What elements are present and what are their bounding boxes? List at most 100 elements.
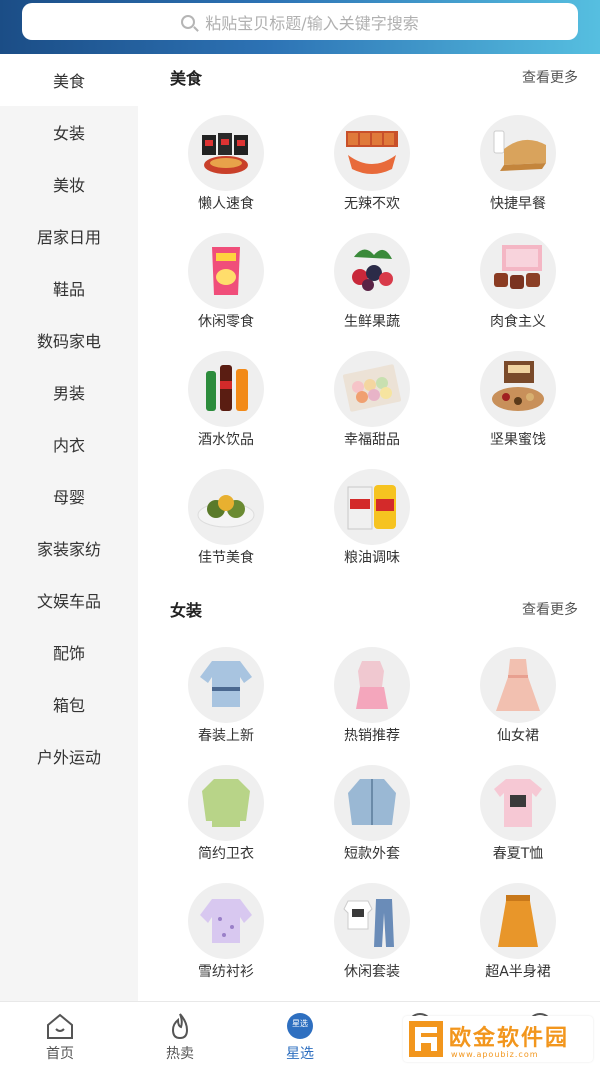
sidebar-item-entertainment[interactable]: 文娱车品 xyxy=(0,574,138,626)
star-select-badge: 星选 xyxy=(292,1019,308,1028)
meat-jerky-icon xyxy=(480,233,556,309)
site-watermark: 欧金软件园 www.apoubiz.com xyxy=(403,1016,593,1062)
tile-label: 春夏T恤 xyxy=(492,846,544,862)
category-tile[interactable]: 幸福甜品 xyxy=(299,343,445,461)
casual-set-icon xyxy=(334,883,410,959)
home-icon xyxy=(45,1012,75,1040)
nuts-icon xyxy=(480,351,556,427)
sidebar-item-baby[interactable]: 母婴 xyxy=(0,470,138,522)
sidebar-item-food[interactable]: 美食 xyxy=(0,54,138,106)
category-tile[interactable]: 坚果蜜饯 xyxy=(445,343,591,461)
search-placeholder: 粘贴宝贝标题/输入关键字搜索 xyxy=(205,13,419,33)
view-more-link[interactable]: 查看更多 xyxy=(522,599,578,619)
sidebar-item-shoes[interactable]: 鞋品 xyxy=(0,262,138,314)
star-select-icon: 星选 xyxy=(285,1012,315,1040)
category-tile[interactable]: 懒人速食 xyxy=(153,107,299,225)
sidebar-item-bags[interactable]: 箱包 xyxy=(0,678,138,730)
tile-label: 仙女裙 xyxy=(497,728,539,744)
category-tile[interactable]: 粮油调味 xyxy=(299,461,445,579)
category-tile[interactable]: 简约卫衣 xyxy=(153,757,299,875)
tile-label: 超A半身裙 xyxy=(485,964,551,980)
tab-label: 热卖 xyxy=(166,1046,194,1062)
category-tile[interactable]: 休闲套装 xyxy=(299,875,445,993)
category-tile[interactable]: 仙女裙 xyxy=(445,639,591,757)
tile-label: 幸福甜品 xyxy=(344,432,400,448)
section-womens-wear: 女装 查看更多 春装上新 热销推荐 仙女裙 简约卫衣 短款外套 春夏T恤 雪纺衬… xyxy=(138,589,600,1001)
spicy-snack-icon xyxy=(334,115,410,191)
sidebar-item-household[interactable]: 居家日用 xyxy=(0,210,138,262)
tile-label: 快捷早餐 xyxy=(490,196,546,212)
watermark-text: 欧金软件园 xyxy=(449,1026,570,1051)
outfit-icon xyxy=(334,647,410,723)
tile-label: 坚果蜜饯 xyxy=(490,432,546,448)
category-tile[interactable]: 短款外套 xyxy=(299,757,445,875)
tab-star-select[interactable]: 星选 星选 xyxy=(240,1002,360,1067)
watermark-url: www.apoubiz.com xyxy=(451,1050,539,1059)
tile-label: 短款外套 xyxy=(344,846,400,862)
tab-hot-sale[interactable]: 热卖 xyxy=(120,1002,240,1067)
tile-label: 春装上新 xyxy=(198,728,254,744)
tile-label: 佳节美食 xyxy=(198,550,254,566)
sidebar-item-mens-wear[interactable]: 男装 xyxy=(0,366,138,418)
header-bar: 粘贴宝贝标题/输入关键字搜索 xyxy=(0,0,600,54)
tile-label: 简约卫衣 xyxy=(198,846,254,862)
berries-icon xyxy=(334,233,410,309)
category-tile[interactable]: 酒水饮品 xyxy=(153,343,299,461)
category-tile[interactable]: 春夏T恤 xyxy=(445,757,591,875)
instant-noodles-icon xyxy=(188,115,264,191)
denim-jacket-icon xyxy=(334,765,410,841)
category-tile[interactable]: 佳节美食 xyxy=(153,461,299,579)
tile-label: 酒水饮品 xyxy=(198,432,254,448)
section-title: 女装 xyxy=(170,601,203,620)
section-header: 女装 查看更多 xyxy=(170,589,578,629)
search-icon xyxy=(181,14,196,29)
search-bar[interactable]: 粘贴宝贝标题/输入关键字搜索 xyxy=(22,3,578,40)
dress-icon xyxy=(480,647,556,723)
soda-bottles-icon xyxy=(188,351,264,427)
tshirt-icon xyxy=(480,765,556,841)
category-tile[interactable]: 超A半身裙 xyxy=(445,875,591,993)
category-sidebar: 美食 女装 美妆 居家日用 鞋品 数码家电 男装 内衣 母婴 家装家纺 文娱车品… xyxy=(0,54,138,1001)
category-tile[interactable]: 雪纺衬衫 xyxy=(153,875,299,993)
sidebar-item-outdoor[interactable]: 户外运动 xyxy=(0,730,138,782)
tile-label: 生鲜果蔬 xyxy=(344,314,400,330)
sidebar-item-accessories[interactable]: 配饰 xyxy=(0,626,138,678)
chips-bag-icon xyxy=(188,233,264,309)
category-tile[interactable]: 无辣不欢 xyxy=(299,107,445,225)
blouse-icon xyxy=(188,647,264,723)
category-content: 美食 查看更多 懒人速食 无辣不欢 快捷早餐 休闲零食 生鲜果蔬 肉食主义 酒水… xyxy=(138,54,600,1001)
rice-oil-icon xyxy=(334,469,410,545)
sidebar-item-womens-wear[interactable]: 女装 xyxy=(0,106,138,158)
tile-label: 无辣不欢 xyxy=(344,196,400,212)
bread-icon xyxy=(480,115,556,191)
sweatshirt-icon xyxy=(188,765,264,841)
section-title: 美食 xyxy=(170,69,203,88)
sidebar-item-home-textile[interactable]: 家装家纺 xyxy=(0,522,138,574)
skirt-icon xyxy=(480,883,556,959)
flame-icon xyxy=(165,1012,195,1040)
sidebar-item-electronics[interactable]: 数码家电 xyxy=(0,314,138,366)
tile-label: 休闲套装 xyxy=(344,964,400,980)
tab-label: 星选 xyxy=(286,1046,314,1062)
rice-dumpling-icon xyxy=(188,469,264,545)
section-food: 美食 查看更多 懒人速食 无辣不欢 快捷早餐 休闲零食 生鲜果蔬 肉食主义 酒水… xyxy=(138,57,600,597)
category-tile[interactable]: 春装上新 xyxy=(153,639,299,757)
chiffon-shirt-icon xyxy=(188,883,264,959)
tile-label: 热销推荐 xyxy=(344,728,400,744)
category-tile[interactable]: 休闲零食 xyxy=(153,225,299,343)
macaron-box-icon xyxy=(334,351,410,427)
category-tile[interactable]: 肉食主义 xyxy=(445,225,591,343)
tab-home[interactable]: 首页 xyxy=(0,1002,120,1067)
section-header: 美食 查看更多 xyxy=(170,57,578,97)
category-tile[interactable]: 热销推荐 xyxy=(299,639,445,757)
tile-label: 雪纺衬衫 xyxy=(198,964,254,980)
category-tile[interactable]: 生鲜果蔬 xyxy=(299,225,445,343)
tile-label: 休闲零食 xyxy=(198,314,254,330)
view-more-link[interactable]: 查看更多 xyxy=(522,67,578,87)
tile-label: 肉食主义 xyxy=(490,314,546,330)
tile-label: 懒人速食 xyxy=(198,196,254,212)
category-tile[interactable]: 快捷早餐 xyxy=(445,107,591,225)
sidebar-item-beauty[interactable]: 美妆 xyxy=(0,158,138,210)
tab-label: 首页 xyxy=(46,1046,74,1062)
sidebar-item-underwear[interactable]: 内衣 xyxy=(0,418,138,470)
